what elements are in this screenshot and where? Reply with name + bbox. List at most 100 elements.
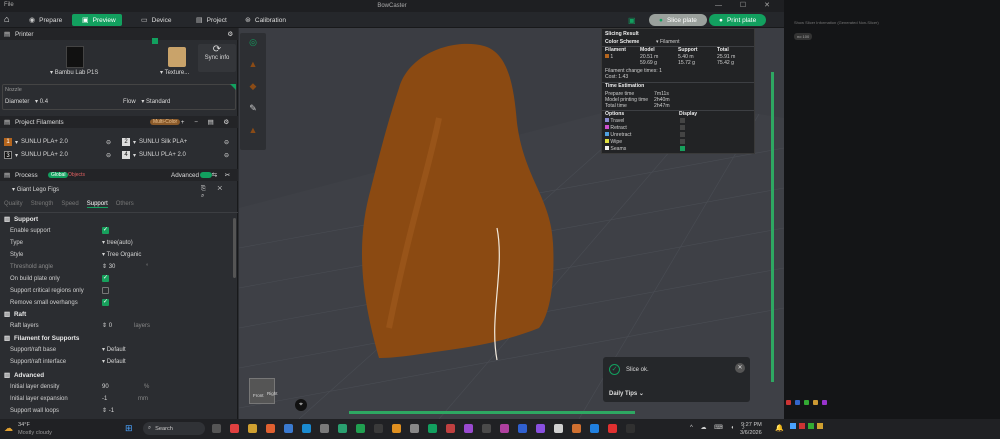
folder-icon[interactable] xyxy=(248,424,257,433)
app-icon[interactable] xyxy=(790,423,796,429)
filament-settings-icon[interactable]: ⊖ xyxy=(224,139,229,146)
start-icon[interactable]: ⊞ xyxy=(125,423,133,434)
support-interface-select[interactable]: ▾ Default xyxy=(102,358,126,365)
app-icon[interactable] xyxy=(500,424,509,433)
filament-slot-4[interactable]: 4 ▾ SUNLU PLA+ 2.0 ⊖ xyxy=(122,151,229,159)
app-icon[interactable] xyxy=(590,424,599,433)
weather-temp[interactable]: 34°F xyxy=(18,422,30,428)
view-cube[interactable]: Front Right xyxy=(249,378,278,404)
plate-thumb-icon[interactable]: ◎ xyxy=(244,37,262,53)
color-scheme-select[interactable]: ▾ Filament xyxy=(656,39,680,45)
weather-text[interactable]: Mostly cloudy xyxy=(18,430,52,436)
side-window-badge[interactable]: no 100 xyxy=(794,33,813,40)
tab-calibration[interactable]: ⊛ Calibration xyxy=(245,14,286,26)
app-icon[interactable] xyxy=(446,424,455,433)
clock-date[interactable]: 3/6/2026 xyxy=(740,430,762,436)
print-plate-button[interactable]: ● Print plate xyxy=(709,14,767,26)
window-controls[interactable]: — ☐ ✕ xyxy=(715,1,778,9)
app-icon[interactable] xyxy=(482,424,491,433)
filament-settings-icon[interactable]: ⊖ xyxy=(224,152,229,159)
steam-icon[interactable] xyxy=(302,424,311,433)
layer-expansion-input[interactable]: -1 xyxy=(102,396,107,402)
objects-toggle[interactable]: Objects xyxy=(68,172,85,178)
daily-tips-toggle[interactable]: Daily Tips ⌄ xyxy=(609,390,644,397)
app-icon[interactable] xyxy=(626,424,635,433)
plate-icon[interactable]: ▣ xyxy=(628,14,636,26)
app-icon[interactable] xyxy=(230,424,239,433)
printer-select[interactable]: ▾ Bambu Lab P1S xyxy=(50,69,98,76)
remove-overhangs-checkbox[interactable]: ✓ xyxy=(102,299,109,306)
tab-prepare[interactable]: ◉ Prepare xyxy=(29,14,62,26)
unretract-checkbox[interactable] xyxy=(680,132,685,137)
threshold-angle-input[interactable]: ⇕ 30 xyxy=(102,263,115,270)
slice-plate-button[interactable]: ● Slice plate xyxy=(649,14,707,26)
app-icon[interactable] xyxy=(554,424,563,433)
app-icon[interactable] xyxy=(464,424,473,433)
enable-support-checkbox[interactable]: ✓ xyxy=(102,227,109,234)
wall-loops-input[interactable]: ⇕ -1 xyxy=(102,407,114,414)
sidebar-scrollbar[interactable] xyxy=(233,218,236,278)
app-icon[interactable] xyxy=(608,424,617,433)
close-icon[interactable]: ✕ xyxy=(735,363,745,373)
app-icon[interactable] xyxy=(799,423,805,429)
multicolor-badge[interactable]: Multi-Color xyxy=(150,119,181,125)
tab-project[interactable]: ▤ Project xyxy=(196,14,227,26)
critical-regions-checkbox[interactable] xyxy=(102,287,109,294)
travel-checkbox[interactable] xyxy=(680,118,685,123)
camera-toggle-icon[interactable]: ⌖ xyxy=(295,399,307,411)
filament-slot-3[interactable]: 3 ▾ SUNLU PLA+ 2.0 ⊖ xyxy=(4,151,111,159)
object-thumb-4[interactable]: ▲ xyxy=(244,125,262,141)
filament-slot-1[interactable]: 1 ▾ SUNLU PLA+ 2.0 ⊖ xyxy=(4,138,111,146)
raft-layers-input[interactable]: ⇕ 0 xyxy=(102,322,112,329)
seams-checkbox[interactable] xyxy=(680,146,685,151)
retract-checkbox[interactable] xyxy=(680,125,685,130)
tab-others[interactable]: Others xyxy=(116,201,134,208)
app-icon[interactable] xyxy=(817,423,823,429)
vertical-layer-slider[interactable] xyxy=(771,72,774,382)
app-icon[interactable] xyxy=(813,400,818,405)
filament-toolbar[interactable]: + − ▤ ⚙ xyxy=(181,119,233,126)
app-icon[interactable] xyxy=(320,424,329,433)
support-type-select[interactable]: ▾ tree(auto) xyxy=(102,239,133,246)
notification-icon[interactable]: 🔔 xyxy=(775,424,784,432)
app-icon[interactable] xyxy=(572,424,581,433)
sync-info-button[interactable]: ⟳ Sync info xyxy=(198,44,236,72)
filament-settings-icon[interactable]: ⊖ xyxy=(106,152,111,159)
texture-select[interactable]: ▾ Texture... xyxy=(160,69,189,76)
process-toolbar[interactable]: ⇆ ✂ xyxy=(212,172,233,179)
clock-time[interactable]: 9:27 PM xyxy=(741,422,762,428)
flow-select[interactable]: ▾ Standard xyxy=(141,99,170,105)
filament-settings-icon[interactable]: ⊖ xyxy=(106,139,111,146)
build-plate-only-checkbox[interactable]: ✓ xyxy=(102,275,109,282)
object-thumb-1[interactable]: ▲ xyxy=(244,59,262,75)
app-icon[interactable] xyxy=(410,424,419,433)
tab-quality[interactable]: Quality xyxy=(4,201,23,208)
app-icon[interactable] xyxy=(804,400,809,405)
preset-tools[interactable]: ⎘ ✕ ⌕ xyxy=(201,186,237,200)
tab-speed[interactable]: Speed xyxy=(61,201,78,208)
global-toggle[interactable]: Global xyxy=(48,172,69,178)
app-icon[interactable] xyxy=(536,424,545,433)
slicer-app-icon[interactable] xyxy=(428,424,437,433)
process-preset[interactable]: ▾ Giant Lego Figs xyxy=(12,186,59,193)
tab-device[interactable]: ▭ Device xyxy=(141,14,172,26)
app-icon[interactable] xyxy=(374,424,383,433)
app-icon[interactable] xyxy=(518,424,527,433)
sheets-icon[interactable] xyxy=(356,424,365,433)
app-icon[interactable] xyxy=(338,424,347,433)
texture-plate-image[interactable] xyxy=(168,47,186,67)
advanced-toggle[interactable] xyxy=(200,172,212,178)
browser-icon[interactable] xyxy=(266,424,275,433)
taskview-icon[interactable] xyxy=(212,424,221,433)
support-base-select[interactable]: ▾ Default xyxy=(102,346,126,353)
object-thumb-2[interactable]: ◆ xyxy=(244,81,262,97)
tab-strength[interactable]: Strength xyxy=(31,201,54,208)
object-thumb-3[interactable]: ✎ xyxy=(244,103,262,119)
filament-slot-2[interactable]: 2 ▾ SUNLU Silk PLA+ ⊖ xyxy=(122,138,229,146)
support-style-select[interactable]: ▾ Tree Organic xyxy=(102,251,141,258)
tab-preview[interactable]: ▣ Preview xyxy=(72,14,122,26)
app-icon[interactable] xyxy=(392,424,401,433)
app-icon[interactable] xyxy=(808,423,814,429)
app-icon[interactable] xyxy=(284,424,293,433)
taskbar-search[interactable]: ⌕ Search xyxy=(143,422,205,435)
